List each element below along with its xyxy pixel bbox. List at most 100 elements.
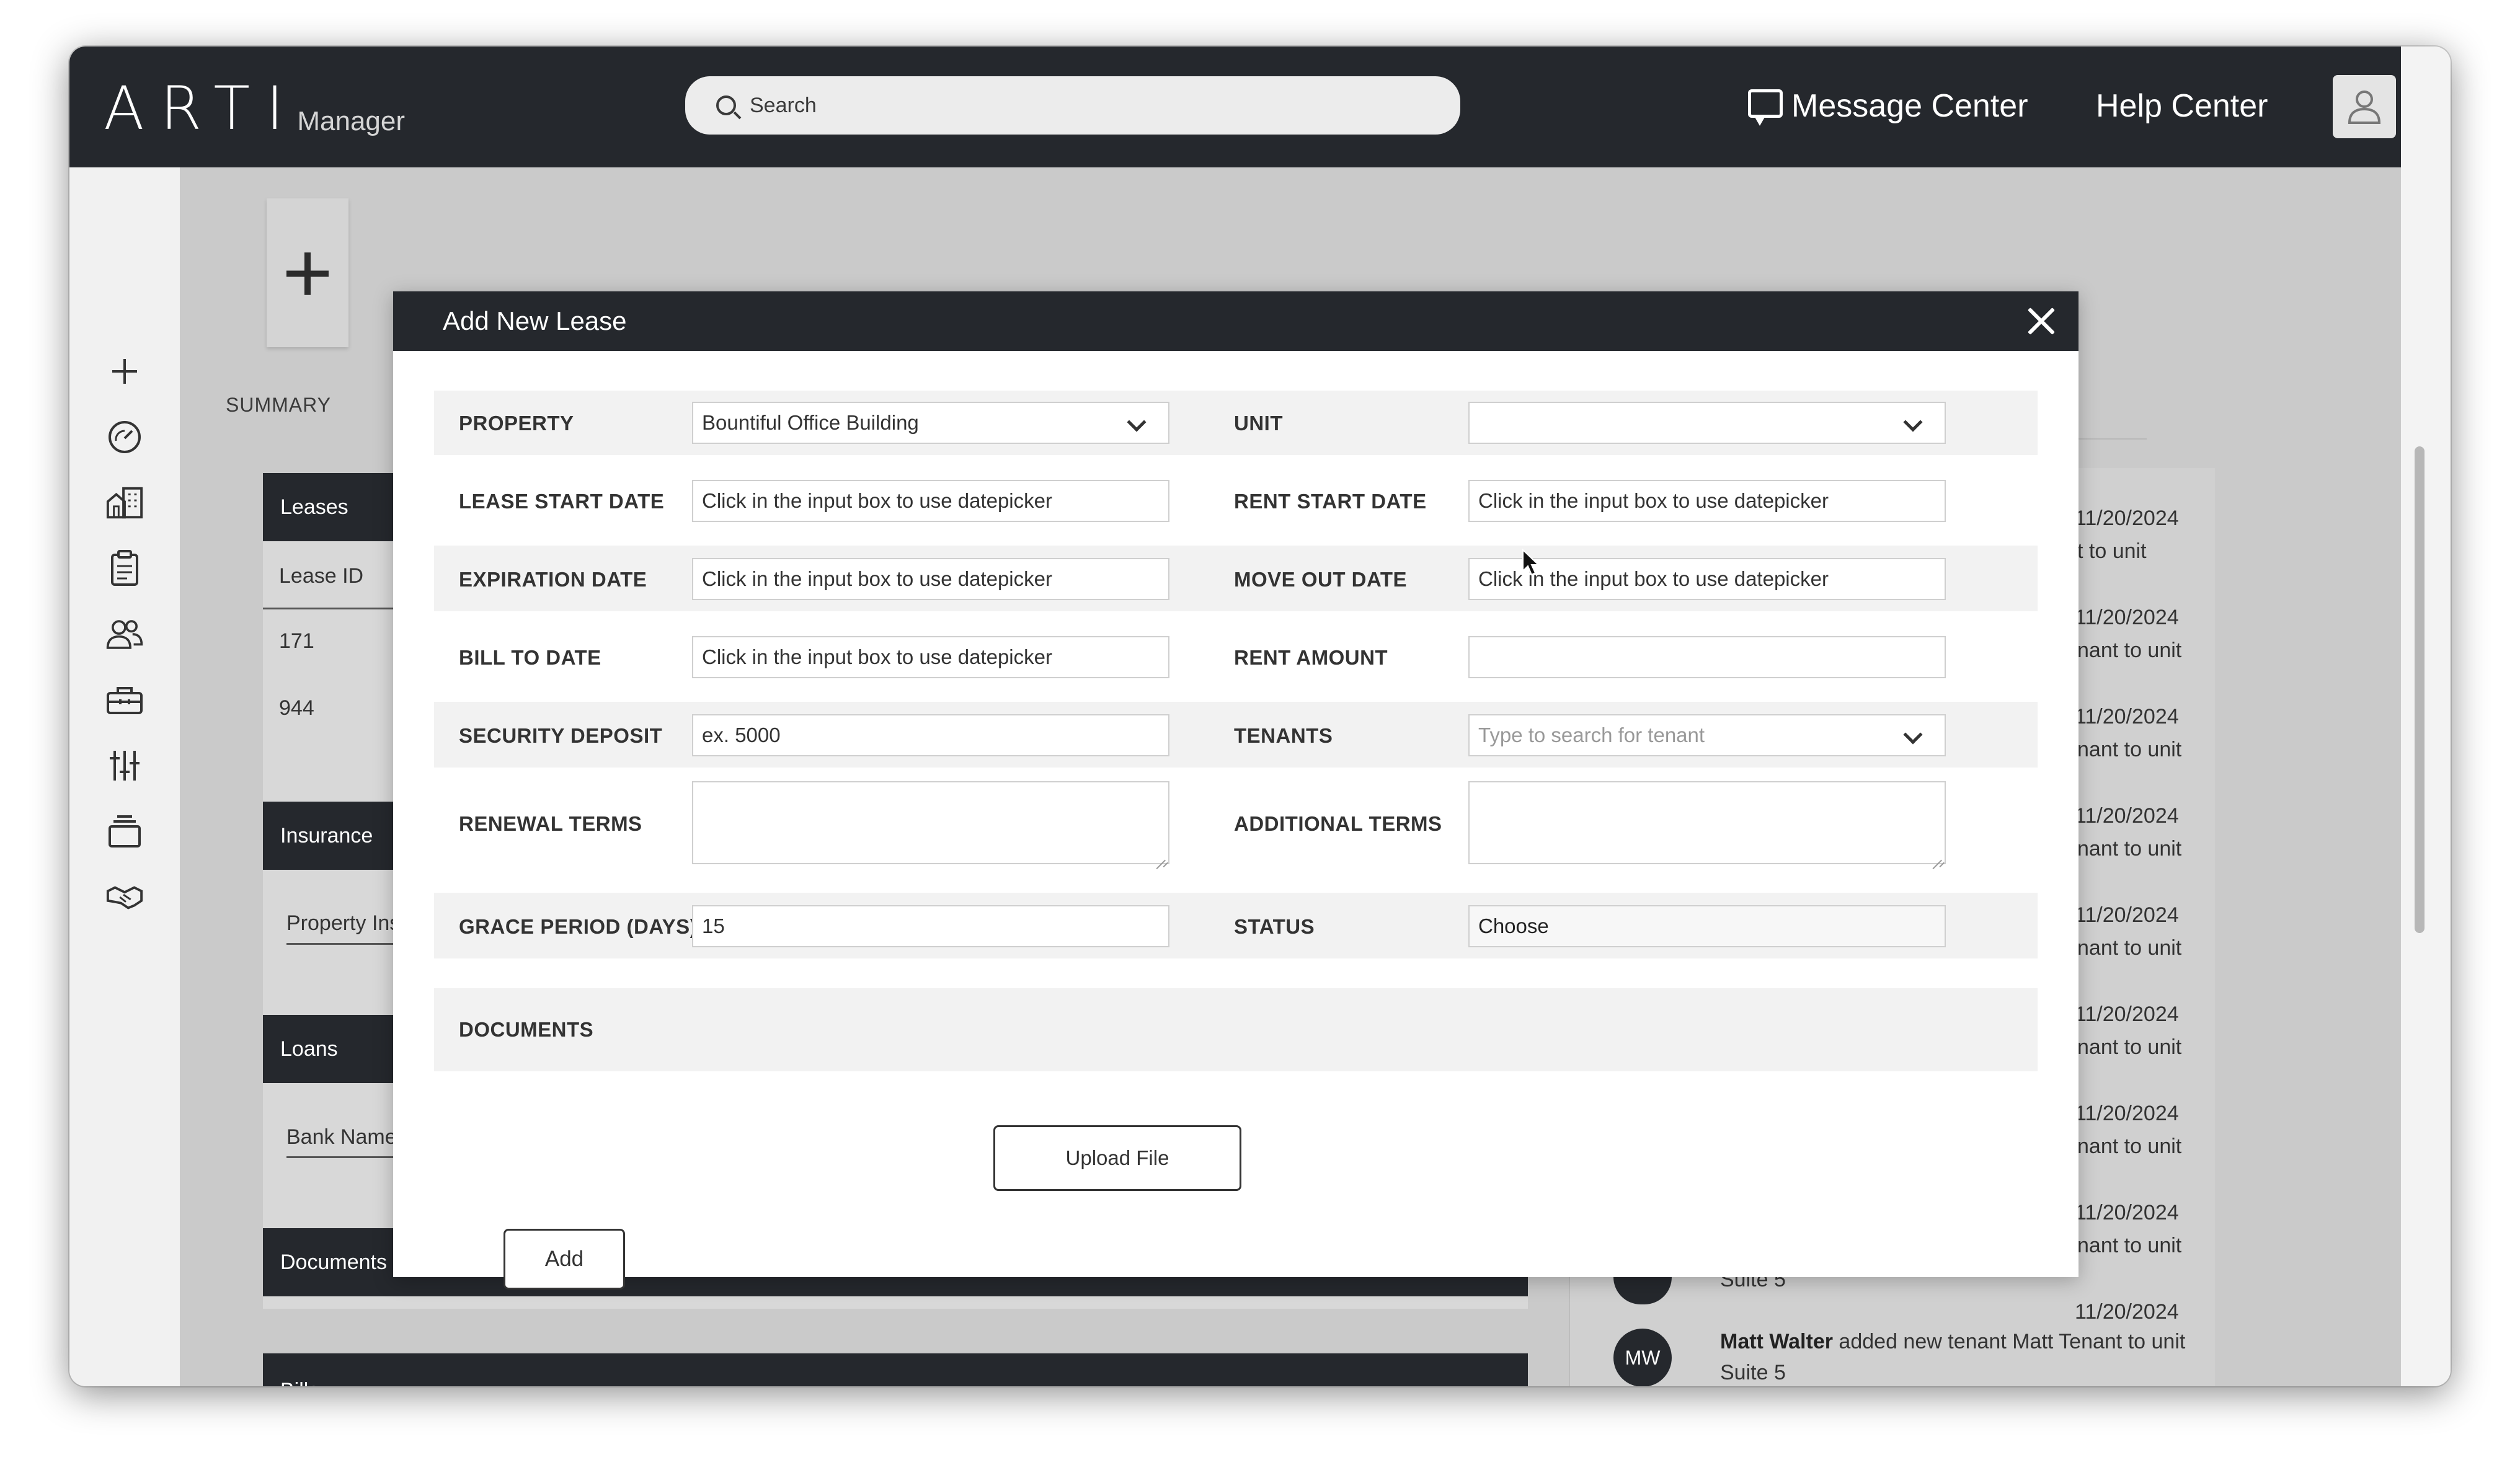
message-center-link[interactable]: Message Center xyxy=(1748,81,2028,131)
rent-amount-input[interactable] xyxy=(1468,636,1946,678)
divider xyxy=(286,943,393,945)
activity-date: 11/20/2024 xyxy=(2075,1300,2179,1324)
activity-entry-text: Matt Walter added new tenant Matt Tenant… xyxy=(1720,1330,2185,1354)
lease-id-label: Lease ID xyxy=(279,564,364,588)
property-value: Bountiful Office Building xyxy=(702,411,919,434)
dashboard-icon[interactable] xyxy=(105,418,144,456)
additional-terms-label: ADDITIONAL TERMS xyxy=(1234,812,1442,835)
lease-row-1[interactable]: 171 xyxy=(279,629,314,653)
buildings-icon[interactable] xyxy=(105,484,144,522)
property-select[interactable]: Bountiful Office Building xyxy=(692,402,1169,444)
add-card-button[interactable]: + xyxy=(267,198,348,347)
activity-date: 11/20/2024 xyxy=(2075,705,2179,728)
user-menu-button[interactable] xyxy=(2333,75,2396,138)
form-row: SECURITY DEPOSIT ex. 5000 TENANTS Type t… xyxy=(434,702,2038,768)
security-deposit-input[interactable]: ex. 5000 xyxy=(692,714,1169,756)
move-out-date-label: MOVE OUT DATE xyxy=(1234,568,1408,591)
logo-text: ARTI xyxy=(104,74,300,143)
activity-text: t to unit xyxy=(2077,539,2147,563)
toolbox-icon[interactable] xyxy=(105,681,144,719)
search-icon xyxy=(716,95,736,115)
chat-bubble-icon xyxy=(1748,89,1783,126)
activity-text: nant to unit xyxy=(2077,936,2182,960)
left-sidebar xyxy=(69,167,180,1386)
upload-file-button[interactable]: Upload File xyxy=(993,1125,1241,1191)
documents-card-body xyxy=(263,1296,1528,1309)
clipboard-icon[interactable] xyxy=(105,549,144,588)
handshake-icon[interactable] xyxy=(105,878,144,916)
form-row: EXPIRATION DATE Click in the input box t… xyxy=(434,546,2038,611)
scrollbar-track[interactable] xyxy=(2401,46,2451,1386)
chevron-down-icon xyxy=(1903,412,1923,432)
help-center-link[interactable]: Help Center xyxy=(2096,81,2268,131)
message-center-label: Message Center xyxy=(1791,88,2028,124)
divider xyxy=(286,1156,393,1158)
lease-row-2[interactable]: 944 xyxy=(279,696,314,720)
tenants-search-select[interactable]: Type to search for tenant xyxy=(1468,714,1946,756)
stack-icon[interactable] xyxy=(105,812,144,851)
divider xyxy=(263,608,393,609)
rent-start-date-input[interactable]: Click in the input box to use datepicker xyxy=(1468,480,1946,522)
lease-start-date-input[interactable]: Click in the input box to use datepicker xyxy=(692,480,1169,522)
mouse-cursor-icon xyxy=(1522,549,1540,576)
logo-subtext: Manager xyxy=(297,106,406,136)
app-window: ARTI Manager Search Message Center Help … xyxy=(69,46,2451,1386)
form-row: PROPERTY Bountiful Office Building UNIT xyxy=(434,391,2038,455)
form-row: DOCUMENTS xyxy=(434,988,2038,1071)
renewal-terms-label: RENEWAL TERMS xyxy=(459,812,642,835)
activity-action: added new tenant Matt Tenant to unit xyxy=(1832,1330,2186,1353)
close-icon[interactable] xyxy=(2025,305,2057,337)
activity-date: 11/20/2024 xyxy=(2075,903,2179,927)
loans-field-label: Bank Name xyxy=(286,1125,397,1149)
activity-text: nant to unit xyxy=(2077,1135,2182,1158)
activity-text: nant to unit xyxy=(2077,1035,2182,1059)
activity-date: 11/20/2024 xyxy=(2075,804,2179,828)
avatar: MW xyxy=(1613,1329,1672,1386)
rent-start-date-label: RENT START DATE xyxy=(1234,490,1427,513)
user-icon xyxy=(2348,91,2381,124)
app-logo[interactable]: ARTI Manager xyxy=(104,76,405,138)
activity-text: nant to unit xyxy=(2077,1234,2182,1257)
activity-date: 11/20/2024 xyxy=(2075,1201,2179,1224)
modal-header: Add New Lease xyxy=(393,291,2079,351)
plus-icon[interactable] xyxy=(105,352,144,391)
scrollbar-thumb[interactable] xyxy=(2415,446,2425,933)
activity-suite: Suite 5 xyxy=(1720,1361,1786,1384)
bill-to-date-input[interactable]: Click in the input box to use datepicker xyxy=(692,636,1169,678)
unit-label: UNIT xyxy=(1234,412,1283,435)
security-deposit-label: SECURITY DEPOSIT xyxy=(459,724,663,747)
status-label: STATUS xyxy=(1234,915,1315,938)
activity-date: 11/20/2024 xyxy=(2075,1002,2179,1026)
search-bar[interactable]: Search xyxy=(685,76,1460,135)
activity-text: nant to unit xyxy=(2077,837,2182,861)
activity-user-name: Matt Walter xyxy=(1720,1330,1833,1353)
renewal-terms-textarea[interactable] xyxy=(692,781,1169,864)
resize-handle-icon[interactable] xyxy=(1156,851,1166,861)
property-label: PROPERTY xyxy=(459,412,574,435)
tenants-placeholder: Type to search for tenant xyxy=(1478,724,1705,746)
add-lease-button[interactable]: Add xyxy=(504,1229,625,1290)
form-row: GRACE PERIOD (DAYS) 15 STATUS Choose xyxy=(434,893,2038,958)
resize-handle-icon[interactable] xyxy=(1932,851,1942,861)
lease-start-date-label: LEASE START DATE xyxy=(459,490,665,513)
activity-text: nant to unit xyxy=(2077,639,2182,662)
modal-title: Add New Lease xyxy=(443,306,627,335)
search-input[interactable]: Search xyxy=(750,94,817,118)
activity-date: 11/20/2024 xyxy=(2075,507,2179,530)
sliders-icon[interactable] xyxy=(105,746,144,785)
chevron-down-icon xyxy=(1127,412,1147,432)
expiration-date-input[interactable]: Click in the input box to use datepicker xyxy=(692,558,1169,600)
users-icon[interactable] xyxy=(105,615,144,653)
tenants-label: TENANTS xyxy=(1234,724,1333,747)
grace-period-input[interactable]: 15 xyxy=(692,905,1169,947)
form-row: RENEWAL TERMS ADDITIONAL TERMS xyxy=(434,768,2038,878)
expiration-date-label: EXPIRATION DATE xyxy=(459,568,647,591)
grace-period-label: GRACE PERIOD (DAYS) xyxy=(459,915,698,938)
bills-header-label: Bills xyxy=(280,1379,319,1386)
additional-terms-textarea[interactable] xyxy=(1468,781,1946,864)
unit-select[interactable] xyxy=(1468,402,1946,444)
chevron-down-icon xyxy=(1903,725,1923,745)
status-select[interactable]: Choose xyxy=(1468,905,1946,947)
activity-text: nant to unit xyxy=(2077,738,2182,761)
form-row: BILL TO DATE Click in the input box to u… xyxy=(434,611,2038,702)
